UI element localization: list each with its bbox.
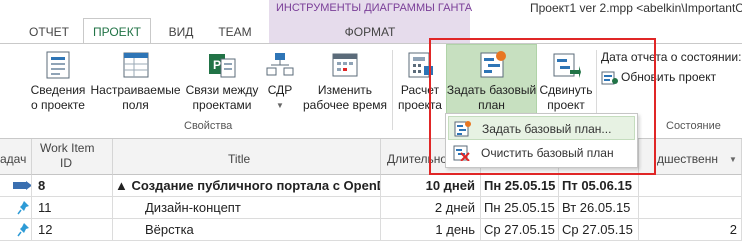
table-row [0, 197, 32, 219]
wbs-dropdown-arrow: ▼ [276, 101, 284, 110]
title-cell[interactable]: Дизайн-концепт [113, 197, 381, 219]
ribbon-separator [392, 50, 393, 130]
tab-team[interactable]: TEAM [213, 22, 257, 43]
finish-cell: Пт 05.06.15 [559, 175, 639, 197]
wbs-button[interactable]: СДР ▼ [262, 50, 298, 113]
finish-cell: Вт 26.05.15 [559, 197, 639, 219]
wbs-icon [266, 53, 294, 76]
tab-project[interactable]: ПРОЕКТ [88, 22, 146, 43]
duration-cell: 10 дней [381, 175, 481, 197]
project-info-label-1: Сведения [30, 83, 86, 97]
predecessors-cell: 2 [639, 219, 742, 241]
finish-cell: Ср 27.05.15 [559, 219, 639, 241]
links-between-label-1: Связи между [185, 83, 259, 97]
work-item-header-line2: ID [60, 156, 72, 170]
pin-icon [17, 201, 29, 215]
custom-fields-button[interactable]: Настраиваемые поля [88, 50, 183, 113]
custom-fields-label-1: Настраиваемые [90, 83, 181, 97]
title-cell[interactable]: ▲ Создание публичного портала с OpenD [113, 175, 381, 197]
custom-fields-label-2: поля [122, 98, 149, 112]
project-links-icon: P [209, 54, 236, 78]
column-header-work-item-id[interactable]: Work Item ID ▼ [32, 139, 138, 175]
duration-cell: 1 день [381, 219, 481, 241]
start-cell: Пн 25.05.15 [481, 197, 559, 219]
title-header-label: Title [228, 152, 251, 166]
work-item-id-cell: 12 [32, 219, 113, 241]
predecessors-cell [639, 197, 742, 219]
tab-view[interactable]: ВИД [163, 22, 199, 43]
project-info-label-2: о проекте [31, 98, 85, 112]
custom-fields-icon [123, 52, 148, 78]
change-worktime-label-2: рабочее время [302, 98, 388, 112]
predecessors-header-label: дшественн [657, 152, 718, 166]
filter-arrow-icon[interactable]: ▼ [729, 155, 737, 164]
duration-cell: 2 дней [381, 197, 481, 219]
tab-report[interactable]: ОТЧЕТ [26, 22, 72, 43]
annotation-highlight-box [429, 38, 656, 175]
tab-format[interactable]: ФОРМАТ [340, 22, 400, 43]
column-header-title[interactable]: Title [113, 139, 381, 175]
table-row [0, 175, 32, 197]
context-tab-header: ИНСТРУМЕНТЫ ДИАГРАММЫ ГАНТА [276, 2, 473, 14]
work-item-id-cell: 11 [32, 197, 113, 219]
group-label-status: Состояние [666, 120, 721, 132]
column-header-task-mode-label: адач [0, 152, 27, 166]
group-label-properties: Свойства [184, 120, 233, 132]
table-row [0, 219, 32, 241]
predecessors-cell [639, 175, 742, 197]
pin-icon [17, 223, 29, 237]
calendar-icon [332, 53, 358, 77]
project-info-button[interactable]: Сведения о проекте [30, 50, 86, 113]
links-between-label-2: проектами [192, 98, 252, 112]
svg-text:P: P [213, 58, 221, 72]
title-cell[interactable]: Вёрстка [113, 219, 381, 241]
task-mode-icon [13, 181, 31, 190]
links-between-projects-button[interactable]: P Связи между проектами [184, 50, 260, 113]
work-item-header-line1: Work Item [40, 141, 95, 155]
start-cell: Ср 27.05.15 [481, 219, 559, 241]
column-header-task-mode[interactable]: адач [0, 139, 32, 175]
project-info-icon [46, 51, 70, 79]
window-title: Проект1 ver 2.mpp <abelkin\ImportantColl… [530, 1, 742, 15]
change-working-time-button[interactable]: Изменить рабочее время [300, 50, 390, 113]
work-item-id-cell: 8 [32, 175, 113, 197]
change-worktime-label-1: Изменить [317, 83, 373, 97]
wbs-label: СДР [267, 83, 293, 97]
start-cell: Пн 25.05.15 [481, 175, 559, 197]
